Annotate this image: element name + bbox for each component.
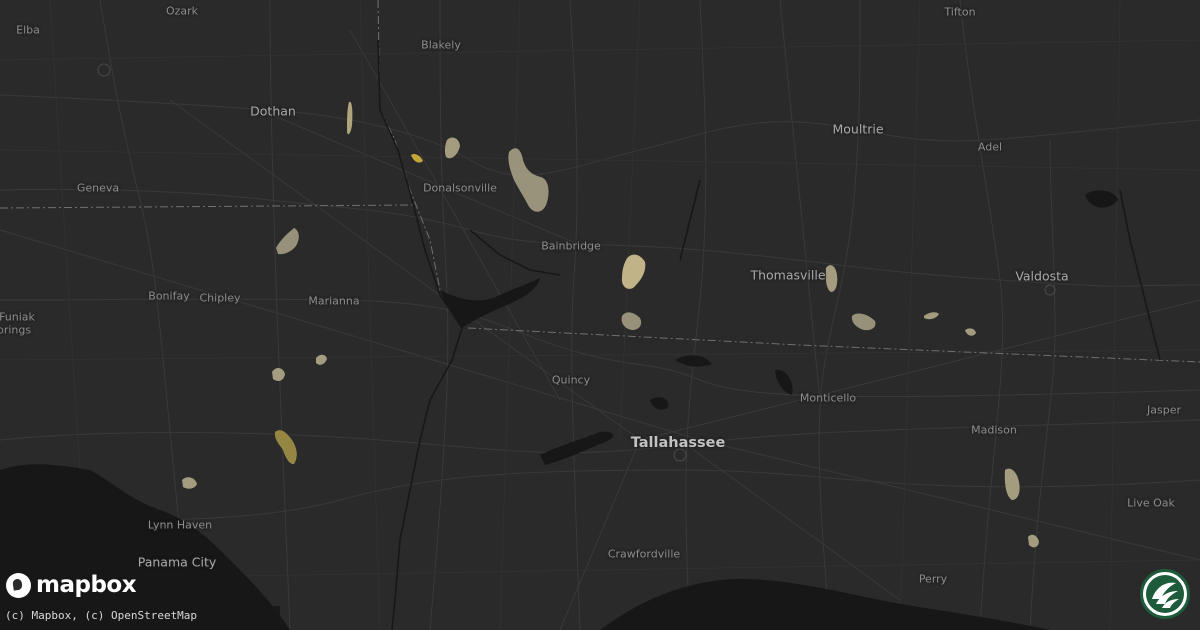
place-label-donalsonville: Donalsonville	[423, 181, 497, 195]
place-label-elba: Elba	[16, 23, 40, 37]
map-attribution[interactable]: (c) Mapbox, (c) OpenStreetMap	[0, 606, 280, 626]
hail-recon-logo-icon[interactable]	[1140, 569, 1190, 619]
place-label-tifton: Tifton	[944, 5, 976, 19]
place-label-crawfordville: Crawfordville	[607, 547, 681, 561]
mapbox-wordmark: mapbox	[36, 572, 137, 598]
hail-swath	[1028, 534, 1039, 548]
place-label-live-oak: Live Oak	[1127, 496, 1175, 510]
place-label-lynn-haven: Lynn Haven	[147, 518, 213, 532]
place-label-valdosta: Valdosta	[1015, 268, 1069, 284]
hail-swath	[825, 265, 838, 292]
hail-swath	[924, 312, 939, 320]
hail-swath	[347, 101, 353, 135]
place-label-funiak-springs: prings	[0, 323, 32, 337]
place-label-marianna: Marianna	[308, 294, 360, 308]
hail-swath	[444, 137, 460, 159]
place-label-panama-city: Panama City	[137, 554, 217, 570]
hail-swath	[182, 477, 197, 489]
hail-swath	[851, 313, 876, 331]
hail-swath	[508, 148, 549, 212]
mapbox-logo-icon	[6, 572, 31, 598]
hail-swath	[276, 228, 299, 255]
hail-swath	[621, 254, 646, 289]
place-label-bainbridge: Bainbridge	[541, 239, 601, 253]
place-label-ozark: Ozark	[165, 4, 199, 18]
place-label-tallahassee: Tallahassee	[630, 435, 726, 451]
mapbox-logo[interactable]: mapbox	[6, 570, 137, 600]
hail-swath	[965, 328, 976, 336]
place-label-bonifay: Bonifay	[148, 289, 190, 303]
place-label-jasper: Jasper	[1147, 403, 1181, 417]
place-label-quincy: Quincy	[551, 373, 591, 387]
place-label-monticello: Monticello	[799, 391, 857, 405]
hail-swath	[316, 354, 327, 365]
place-label-chipley: Chipley	[199, 291, 241, 305]
hail-swaths	[182, 101, 1039, 548]
place-label-perry: Perry	[918, 572, 948, 586]
hail-swath	[272, 368, 285, 382]
hail-swath	[621, 312, 642, 330]
place-label-adel: Adel	[977, 140, 1003, 154]
place-label-funiak: Funiak	[0, 310, 35, 324]
hail-swath	[1004, 468, 1020, 500]
place-label-moultrie: Moultrie	[832, 121, 884, 137]
place-label-thomasville: Thomasville	[750, 267, 826, 283]
place-label-geneva: Geneva	[76, 181, 120, 195]
state-borders	[0, 0, 1200, 363]
place-label-madison: Madison	[971, 423, 1017, 437]
map-canvas[interactable]	[0, 0, 1200, 630]
place-label-blakely: Blakely	[421, 38, 461, 52]
place-label-dothan: Dothan	[250, 103, 296, 119]
